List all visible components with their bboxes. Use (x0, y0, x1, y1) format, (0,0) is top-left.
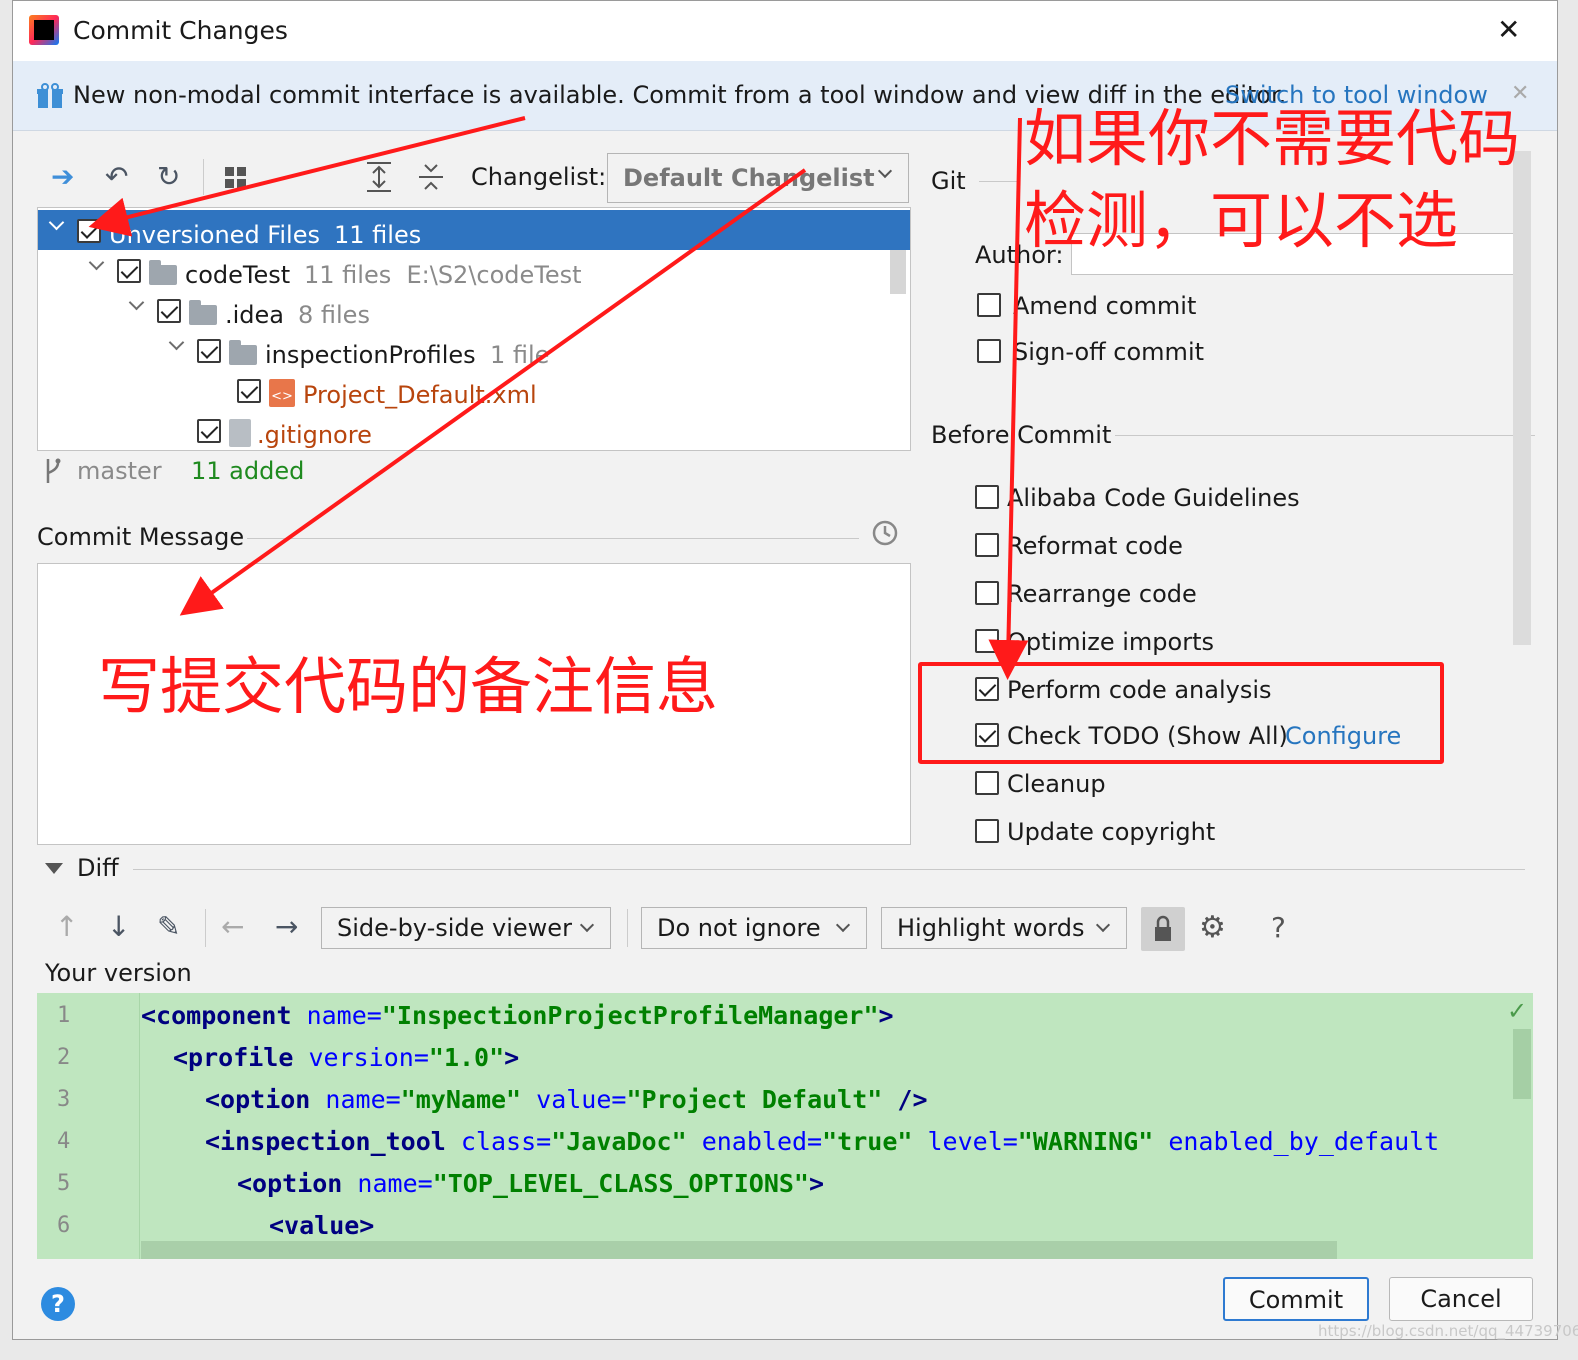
watermark: https://blog.csdn.net/qq_44739706 (1318, 1322, 1578, 1340)
annotation-message: 写提交代码的备注信息 (98, 650, 719, 723)
annotation-top: 如果你不需要代码 检测，可以不选 (1024, 102, 1521, 257)
